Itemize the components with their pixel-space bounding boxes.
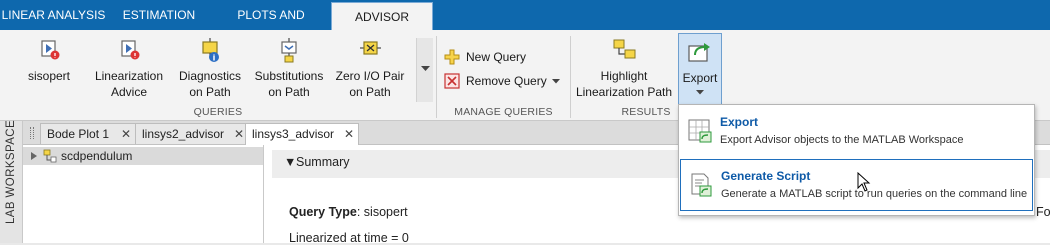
zero-io-pair-button[interactable]: Zero I/O Pair on Path bbox=[332, 38, 408, 100]
query-type-line: Query Type: sisopert bbox=[289, 205, 408, 219]
export-button[interactable]: Export bbox=[678, 33, 722, 106]
export-dropdown-menu: Export Export Advisor objects to the MAT… bbox=[678, 104, 1035, 216]
queries-gallery-expand[interactable] bbox=[416, 38, 433, 102]
close-icon[interactable]: ✕ bbox=[234, 124, 244, 144]
workspace-label: LAB WORKSPACE bbox=[5, 119, 17, 224]
toolstrip-tabs: LINEAR ANALYSIS ESTIMATION PLOTS AND RES… bbox=[0, 0, 1050, 52]
linearization-advice-label-1: Linearization bbox=[94, 69, 164, 83]
plus-icon bbox=[444, 49, 460, 65]
menu-item-generate-script-desc: Generate a MATLAB script to run queries … bbox=[721, 188, 1028, 200]
new-query-button[interactable]: New Query bbox=[444, 47, 554, 67]
tab-estimation[interactable]: ESTIMATION bbox=[107, 0, 211, 30]
zero-io-label-2: on Path bbox=[349, 85, 391, 99]
close-icon[interactable]: ✕ bbox=[344, 124, 354, 144]
tab-bode-plot-1[interactable]: Bode Plot 1 ✕ bbox=[40, 123, 136, 144]
new-query-label: New Query bbox=[466, 50, 527, 64]
substitutions-on-path-button[interactable]: Substitutions on Path bbox=[250, 38, 328, 100]
sisopert-button[interactable]: sisopert bbox=[22, 38, 76, 84]
export-workspace-icon bbox=[688, 119, 712, 143]
menu-item-generate-script-title: Generate Script bbox=[721, 169, 811, 183]
generate-script-icon bbox=[691, 173, 712, 197]
export-icon bbox=[688, 43, 710, 62]
tab-plots-and-results[interactable]: PLOTS AND RESULTS bbox=[211, 0, 331, 52]
sisopert-label: sisopert bbox=[27, 69, 71, 83]
tab-linear-analysis[interactable]: LINEAR ANALYSIS bbox=[0, 0, 107, 30]
linearization-advice-button[interactable]: Linearization Advice bbox=[90, 38, 168, 100]
close-icon[interactable]: ✕ bbox=[121, 124, 131, 144]
tab-advisor[interactable]: ADVISOR bbox=[331, 2, 433, 31]
menu-item-export[interactable]: Export Export Advisor objects to the MAT… bbox=[680, 106, 1033, 158]
drag-handle-icon[interactable] bbox=[30, 127, 34, 139]
menu-item-export-title: Export bbox=[720, 115, 759, 129]
tab-linsys2-label: linsys2_advisor bbox=[142, 127, 225, 141]
tree-item-label: scdpendulum bbox=[61, 149, 133, 163]
menu-item-export-desc: Export Advisor objects to the MATLAB Wor… bbox=[720, 134, 964, 146]
tab-linsys3-advisor[interactable]: linsys3_advisor ✕ bbox=[245, 123, 359, 145]
advice-icon bbox=[121, 40, 140, 60]
queries-section-label: QUERIES bbox=[193, 106, 243, 118]
highlight-linearization-path-button[interactable]: Highlight Linearization Path bbox=[574, 38, 674, 100]
chevron-down-icon bbox=[696, 90, 704, 95]
remove-query-button[interactable]: Remove Query bbox=[444, 71, 562, 91]
chevron-down-icon bbox=[552, 79, 560, 84]
zero-io-pair-icon bbox=[360, 41, 381, 55]
model-icon bbox=[43, 149, 57, 163]
expand-arrow-icon[interactable] bbox=[31, 152, 37, 160]
mouse-cursor-icon bbox=[857, 172, 871, 192]
diagnostics-on-path-button[interactable]: i Diagnostics on Path bbox=[172, 38, 248, 100]
substitutions-label-1: Substitutions bbox=[254, 69, 324, 83]
tree-item-scdpendulum[interactable]: scdpendulum bbox=[23, 147, 263, 165]
query-block-icon bbox=[41, 40, 60, 60]
query-type-value: : sisopert bbox=[356, 205, 408, 219]
highlight-path-icon bbox=[613, 39, 636, 59]
remove-icon bbox=[444, 73, 460, 89]
tab-linsys3-label: linsys3_advisor bbox=[252, 127, 335, 141]
manage-queries-section-label: MANAGE QUERIES bbox=[454, 106, 553, 118]
highlight-label-1: Highlight bbox=[600, 69, 648, 83]
substitutions-label-2: on Path bbox=[268, 85, 310, 99]
collapse-triangle-icon: ▼ bbox=[284, 155, 297, 169]
remove-query-label: Remove Query bbox=[466, 74, 547, 88]
tab-linsys2-advisor[interactable]: linsys2_advisor ✕ bbox=[135, 123, 249, 144]
diagnostics-label-1: Diagnostics bbox=[178, 69, 242, 83]
zero-io-label-1: Zero I/O Pair bbox=[335, 69, 405, 83]
svg-text:i: i bbox=[213, 54, 216, 63]
tab-bode-plot-1-label: Bode Plot 1 bbox=[47, 127, 110, 141]
highlight-label-2: Linearization Path bbox=[575, 85, 673, 99]
truncated-text: Fo bbox=[1036, 205, 1050, 219]
query-type-label: Query Type bbox=[289, 205, 357, 219]
diagnostics-label-2: on Path bbox=[189, 85, 231, 99]
summary-title: Summary bbox=[296, 155, 350, 169]
diagnostics-icon: i bbox=[202, 38, 219, 63]
substitutions-icon bbox=[281, 38, 297, 63]
export-label: Export bbox=[682, 71, 718, 85]
chevron-down-icon bbox=[421, 66, 430, 71]
linearization-advice-label-2: Advice bbox=[110, 85, 148, 99]
